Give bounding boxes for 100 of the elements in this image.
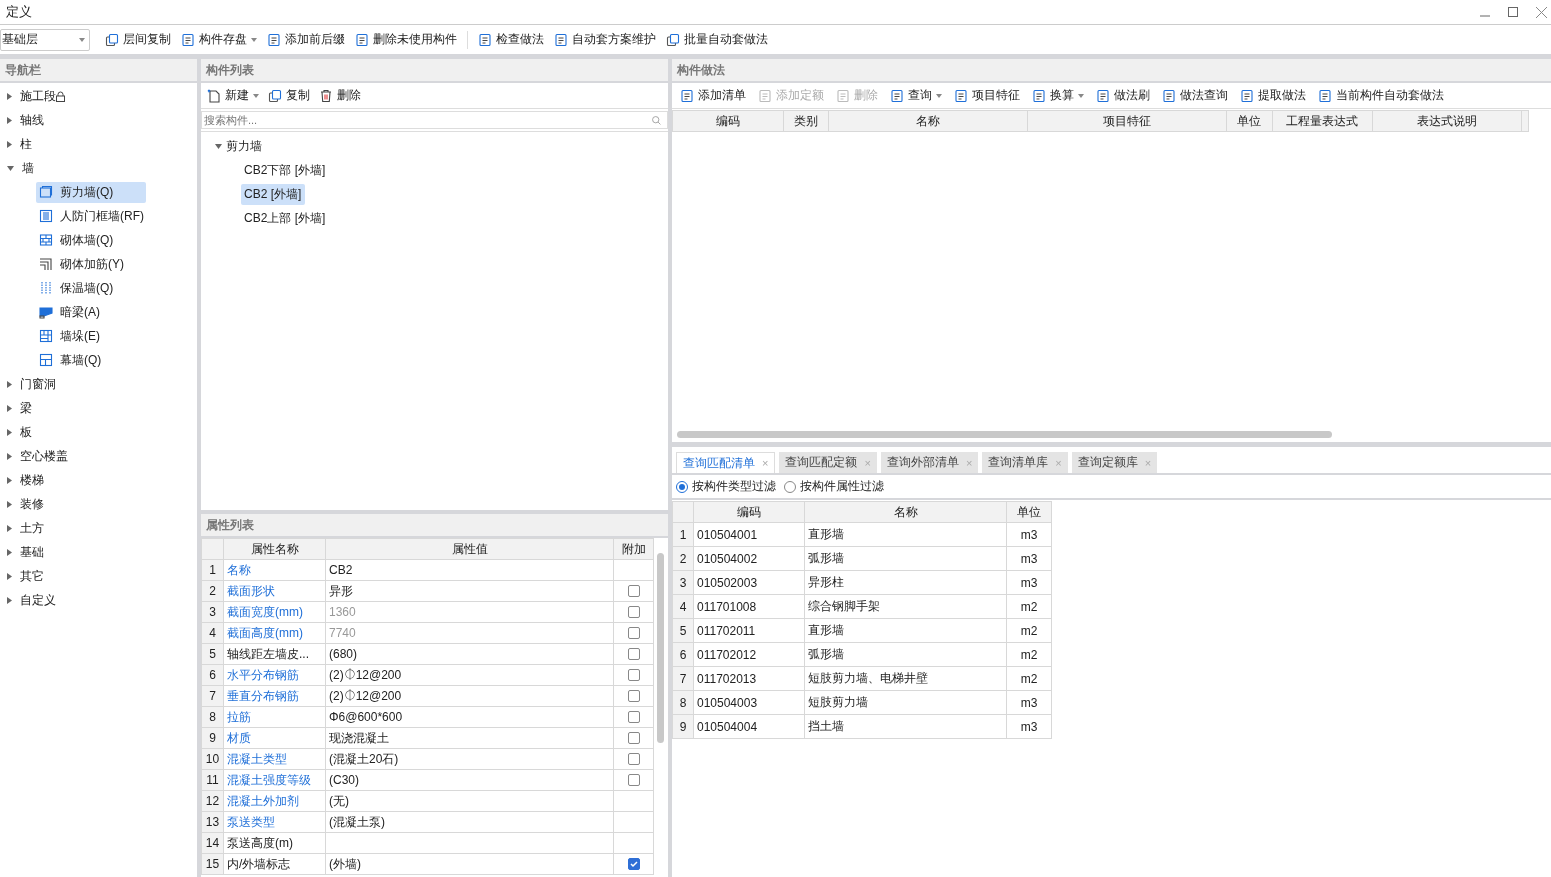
nav-item[interactable]: 梁	[20, 399, 32, 417]
nav-item[interactable]: 自定义	[20, 591, 56, 609]
collapsed-caret-icon[interactable]	[7, 476, 12, 484]
toolbar-button[interactable]: 删除	[316, 85, 364, 106]
checkbox[interactable]	[627, 774, 640, 786]
toolbar-button[interactable]: 新建	[204, 85, 262, 106]
toolbar-button[interactable]: 构件存盘	[178, 29, 260, 50]
collapsed-caret-icon[interactable]	[7, 428, 12, 436]
checkbox[interactable]	[627, 858, 640, 870]
nav-item[interactable]: 人防门框墙(RF)	[36, 205, 148, 227]
scrollbar-thumb[interactable]	[677, 431, 1332, 438]
close-icon[interactable]	[1536, 6, 1547, 18]
search-field[interactable]: 搜索构件...	[201, 111, 668, 129]
floor-select[interactable]: 基础层	[0, 28, 90, 51]
tab[interactable]: 查询匹配定额 ×	[779, 452, 877, 473]
checkbox[interactable]	[627, 690, 640, 702]
collapsed-caret-icon[interactable]	[7, 500, 12, 508]
toolbar-button[interactable]: 层间复制	[102, 29, 174, 50]
collapsed-caret-icon[interactable]	[7, 140, 12, 148]
nav-item[interactable]: 门窗洞	[20, 375, 56, 393]
tab[interactable]: 查询外部清单 ×	[880, 452, 979, 473]
filter-label[interactable]: 按构件类型过滤	[692, 478, 776, 495]
nav-item[interactable]: 墙	[22, 159, 34, 177]
collapsed-caret-icon[interactable]	[7, 452, 12, 460]
collapsed-caret-icon[interactable]	[7, 92, 12, 100]
toolbar-button[interactable]: 查询	[887, 85, 945, 106]
toolbar-button[interactable]: 复制	[265, 85, 313, 106]
toolbar-button[interactable]: 做法刷	[1093, 85, 1153, 106]
toolbar-button[interactable]: 换算	[1029, 85, 1087, 106]
nav-item[interactable]: 砌体墙(Q)	[36, 229, 118, 251]
collapsed-caret-icon[interactable]	[7, 380, 12, 388]
checkbox[interactable]	[627, 606, 640, 618]
toolbar-button[interactable]: 批量自动套做法	[663, 29, 771, 50]
property-value[interactable]: (2)⏀12@200	[325, 685, 614, 707]
component-item[interactable]: CB2 [外墙]	[241, 183, 306, 205]
tab[interactable]: 查询匹配清单 ×	[676, 452, 776, 473]
toolbar-button[interactable]: 做法查询	[1159, 85, 1231, 106]
property-name: 轴线距左墙皮...	[223, 643, 326, 665]
expanded-caret-icon[interactable]	[7, 165, 14, 171]
nav-item[interactable]: 装修	[20, 495, 44, 513]
property-value[interactable]: 异形	[325, 580, 614, 602]
property-value[interactable]: (无)	[325, 790, 614, 812]
toolbar-button[interactable]: 项目特征	[951, 85, 1023, 106]
tab[interactable]: 查询清单库 ×	[982, 452, 1068, 473]
checkbox[interactable]	[627, 732, 640, 744]
nav-item[interactable]: 砌体加筋(Y)	[36, 253, 128, 275]
property-value[interactable]: CB2	[325, 559, 614, 581]
checkbox[interactable]	[627, 648, 640, 660]
collapsed-caret-icon[interactable]	[7, 596, 12, 604]
nav-item[interactable]: 土方	[20, 519, 44, 537]
toolbar-button[interactable]: 提取做法	[1237, 85, 1309, 106]
scrollbar-thumb[interactable]	[657, 553, 664, 743]
toolbar-button[interactable]: 添加清单	[677, 85, 749, 106]
property-value[interactable]: (外墙)	[325, 853, 614, 875]
toolbar-button[interactable]: 检查做法	[475, 29, 547, 50]
nav-item[interactable]: 施工段	[20, 87, 56, 105]
collapsed-caret-icon[interactable]	[7, 548, 12, 556]
nav-item[interactable]: 轴线	[20, 111, 44, 129]
component-item[interactable]: CB2上部 [外墙]	[241, 207, 330, 229]
maximize-icon[interactable]	[1508, 7, 1518, 17]
row-number: 10	[201, 748, 224, 770]
property-value[interactable]: (C30)	[325, 769, 614, 791]
nav-item[interactable]: 墙垛(E)	[36, 325, 104, 347]
checkbox[interactable]	[627, 711, 640, 723]
property-value[interactable]: (680)	[325, 643, 614, 665]
checkbox[interactable]	[627, 627, 640, 639]
panel-title: 导航栏	[0, 59, 197, 83]
toolbar-button[interactable]: 当前构件自动套做法	[1315, 85, 1447, 106]
property-value[interactable]: (混凝土20石)	[325, 748, 614, 770]
nav-item[interactable]: 楼梯	[20, 471, 44, 489]
component-item[interactable]: CB2下部 [外墙]	[241, 159, 330, 181]
property-value[interactable]: 现浇混凝土	[325, 727, 614, 749]
property-value[interactable]: Φ6@600*600	[325, 706, 614, 728]
toolbar-button[interactable]: 删除未使用构件	[352, 29, 460, 50]
nav-item[interactable]: 空心楼盖	[20, 447, 68, 465]
tab[interactable]: 查询定额库 ×	[1071, 452, 1158, 473]
nav-item[interactable]: 幕墙(Q)	[36, 349, 106, 371]
checkbox[interactable]	[627, 585, 640, 597]
nav-item[interactable]: 暗梁(A)	[36, 301, 104, 323]
nav-item[interactable]: 保温墙(Q)	[36, 277, 118, 299]
nav-item[interactable]: 其它	[20, 567, 44, 585]
toolbar-button[interactable]: 自动套方案维护	[551, 29, 659, 50]
nav-item[interactable]: 柱	[20, 135, 32, 153]
filter-label[interactable]: 按构件属性过滤	[800, 478, 884, 495]
nav-item[interactable]: 剪力墙(Q)	[36, 181, 146, 203]
nav-item[interactable]: 基础	[20, 543, 44, 561]
checkbox[interactable]	[627, 669, 640, 681]
expanded-caret-icon[interactable]	[215, 143, 222, 149]
property-value[interactable]: (混凝土泵)	[325, 811, 614, 833]
collapsed-caret-icon[interactable]	[7, 116, 12, 124]
tree-group[interactable]: 剪力墙	[226, 137, 262, 155]
property-value[interactable]: (2)⏀12@200	[325, 664, 614, 686]
brick-wall-icon	[39, 233, 53, 247]
toolbar-button[interactable]: 添加前后缀	[264, 29, 348, 50]
nav-item[interactable]: 板	[20, 423, 32, 441]
collapsed-caret-icon[interactable]	[7, 524, 12, 532]
collapsed-caret-icon[interactable]	[7, 572, 12, 580]
checkbox[interactable]	[627, 753, 640, 765]
table-cell: m3	[1006, 546, 1052, 571]
collapsed-caret-icon[interactable]	[7, 404, 12, 412]
